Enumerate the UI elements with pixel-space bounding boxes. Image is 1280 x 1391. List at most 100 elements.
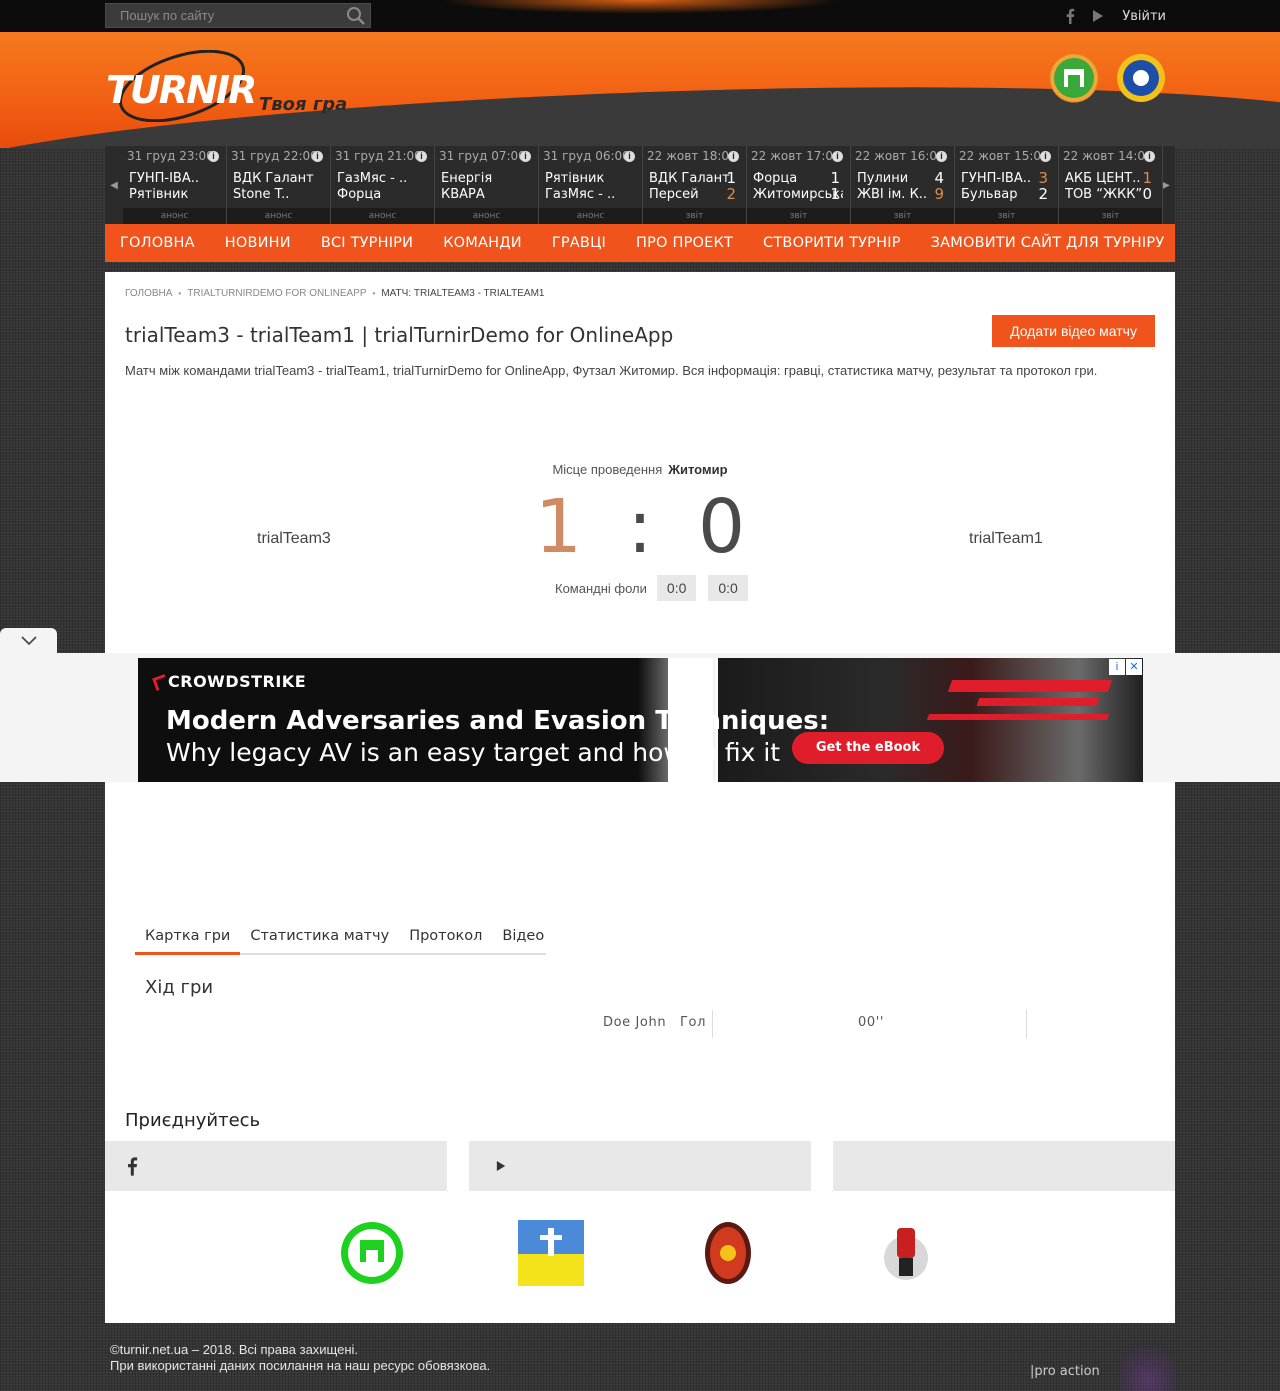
ticker-away-team: Форца [337,187,382,202]
ticker-status[interactable]: анонс [539,208,642,224]
tab-protocol[interactable]: Протокол [399,922,492,955]
nav-tournaments[interactable]: Всі турніри [306,235,428,251]
match-ticker: ◀ ▶ 31 груд 23:00 i ГУНП-ІВА.. Рятівник анон… [105,146,1175,224]
fouls-label: Командні фоли [555,580,647,596]
ticker-away-team: Рятівник [129,187,189,202]
ticker-date: 31 груд 21:00 [335,149,422,163]
ticker-match[interactable]: 31 груд 21:00 i ГазМяс - .. Форца анонс [331,146,435,224]
game-flow-heading: Хід гри [145,977,214,998]
social-facebook[interactable] [105,1141,447,1191]
breadcrumb-tournament[interactable]: trialTurnirDemo for OnlineApp [187,288,366,299]
nav-teams[interactable]: Команди [428,235,537,251]
page-description: Матч між командами trialTeam3 - trialTea… [125,363,1098,378]
info-icon[interactable]: i [416,151,427,162]
social-youtube[interactable] [469,1141,811,1191]
ticker-status[interactable]: анонс [227,208,330,224]
ticker-home-team: ГУНП-ІВА.. [129,171,200,186]
venue-value: Житомир [668,462,728,477]
page-title: trialTeam3 - trialTeam1 | trialTurnirDem… [125,323,674,347]
ticker-match[interactable]: 22 жовт 17:00iФорцаЖитомирська..11звіт [747,146,851,224]
add-video-button[interactable]: Додати відео матчу [992,315,1155,347]
ticker-match[interactable]: 31 груд 22:00 i ВДК Галант Stone T.. анонс [227,146,331,224]
info-icon[interactable]: i [728,151,739,162]
ticker-status[interactable]: звіт [955,208,1058,224]
ticker-away-team: КВАРА [441,187,485,202]
ticker-match[interactable]: 22 жовт 16:00 i Пулини ЖВІ ім. К.. 4 9 звіт [851,146,955,224]
info-icon[interactable]: i [1040,151,1051,162]
fingerprint-icon [1120,1338,1176,1391]
ticker-home-team: ВДК Галант [233,171,314,186]
slogan: Твоя гра [259,94,348,115]
advertisement[interactable]: CROWDSTRIKE Modern Adversaries and Evasi… [138,658,1143,782]
ticker-match[interactable]: 31 груд 07:00 i Енергія КВАРА анонс [435,146,539,224]
breadcrumb-home[interactable]: Головна [125,288,172,299]
facebook-icon [128,1157,138,1176]
ad-info-icon[interactable]: i [1109,659,1125,675]
ad-collapse-toggle[interactable] [0,628,57,654]
partner-club-shield-icon[interactable] [695,1220,761,1286]
youtube-icon[interactable] [1090,8,1106,24]
ticker-away-score: 9 [934,185,944,203]
facebook-icon[interactable] [1062,8,1078,24]
futsal-association-badge-icon[interactable] [1116,53,1166,103]
developer-credit[interactable]: |pro action [1030,1364,1100,1379]
ticker-prev-icon[interactable]: ◀ [105,146,123,224]
home-fouls: 0:0 [656,575,697,601]
search-input[interactable] [106,4,342,27]
search-icon[interactable] [346,6,366,26]
logo[interactable]: TURNIR [106,68,257,112]
info-icon[interactable]: i [520,151,531,162]
ticker-date: 31 груд 22:00 [231,149,318,163]
event-time: 00'' [858,1015,885,1030]
ticker-match[interactable]: 31 груд 06:00 i Рятівник ГазМяс - .. анонс [539,146,643,224]
home-score: 1 [534,484,582,570]
login-link[interactable]: Увійти [1122,9,1166,24]
ticker-match[interactable]: 22 жовт 14:00 i АКБ ЦЕНТ.. ТОВ “ЖКК” 1 0 звіт [1059,146,1163,224]
team-fouls: Командні фоли 0:0 0:0 [555,575,748,601]
info-icon[interactable]: i [624,151,635,162]
ticker-status[interactable]: звіт [643,208,746,224]
partner-lviv-futsal-icon[interactable] [339,1220,405,1286]
nav-about[interactable]: Про проект [621,235,748,251]
ad-cta-button[interactable]: Get the eBook [792,732,944,764]
ticker-status[interactable]: анонс [123,208,226,224]
ticker-match[interactable]: 22 жовт 15:00 i ГУНП-ІВА.. Бульвар 3 2 звіт [955,146,1059,224]
tab-video[interactable]: Відео [492,922,554,955]
ad-close-icon[interactable]: ✕ [1126,659,1142,675]
ticker-date: 22 жовт 15:00 [959,149,1049,163]
info-icon[interactable]: i [312,151,323,162]
nav-players[interactable]: Гравці [537,235,621,251]
nav-create-tournament[interactable]: Створити турнір [748,235,916,251]
ticker-status[interactable]: звіт [851,208,954,224]
partner-league-flag-icon[interactable] [518,1220,584,1286]
social-other[interactable] [833,1141,1175,1191]
info-icon[interactable]: i [936,151,947,162]
tab-game-card[interactable]: Картка гри [135,922,241,955]
tab-match-stats[interactable]: Статистика матчу [240,922,399,955]
ticker-status[interactable]: анонс [435,208,538,224]
chevron-down-icon [20,636,37,646]
ticker-status[interactable]: звіт [747,208,850,224]
federation-badge-icon[interactable] [1049,53,1099,103]
ticker-date: 22 жовт 18:00 [647,149,737,163]
info-icon[interactable]: i [1144,151,1155,162]
ad-subline: Why legacy AV is an easy target and how … [166,738,781,767]
partner-fist-emblem-icon[interactable] [873,1220,939,1286]
event-divider [1026,1010,1027,1038]
event-type: Гол [680,1015,706,1030]
ticker-away-team: ГазМяс - .. [545,187,616,202]
ticker-match[interactable]: 31 груд 23:00 i ГУНП-ІВА.. Рятівник анонс [123,146,227,224]
ticker-match[interactable]: 22 жовт 18:00 i ВДК Галант Персей 1 2 звіт [643,146,747,224]
ticker-date: 31 груд 06:00 [543,149,630,163]
nav-home[interactable]: Головна [105,235,210,251]
nav-news[interactable]: Новини [210,235,306,251]
away-score: 0 [698,484,746,570]
scoreboard: 1 : 0 [105,484,1175,570]
event-player[interactable]: Doe John [603,1012,666,1040]
info-icon[interactable]: i [832,151,843,162]
nav-order-site[interactable]: Замовити сайт для турніру [916,235,1180,251]
info-icon[interactable]: i [208,151,219,162]
ticker-status[interactable]: звіт [1059,208,1162,224]
main-content: Головна • trialTurnirDemo for OnlineApp … [105,272,1175,1323]
ticker-status[interactable]: анонс [331,208,434,224]
